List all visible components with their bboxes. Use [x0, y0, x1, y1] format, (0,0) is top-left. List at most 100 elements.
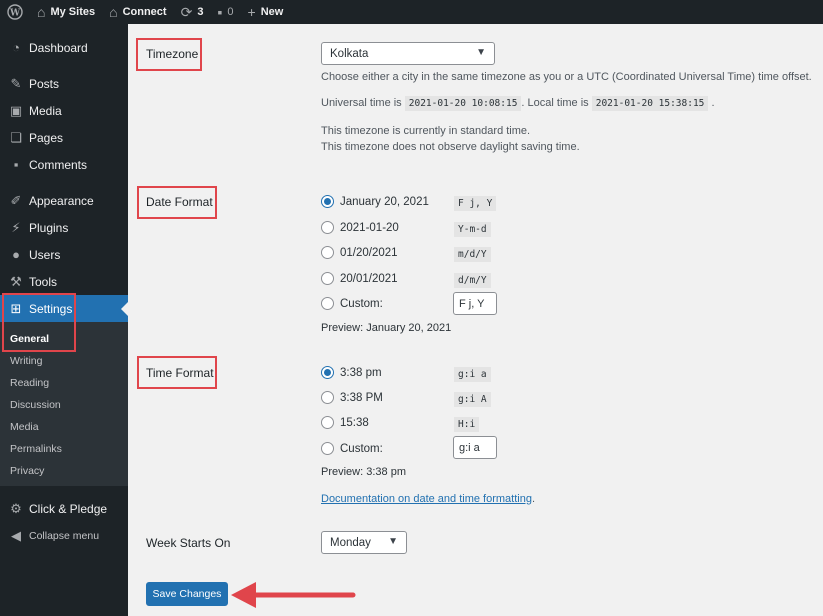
- radio-button[interactable]: [321, 442, 334, 455]
- sidebar-item-media[interactable]: ▣ Media: [0, 97, 128, 124]
- new-content-link[interactable]: + New: [241, 0, 291, 24]
- time-format-code: H:i: [454, 417, 480, 432]
- radio-button[interactable]: [321, 416, 334, 429]
- date-format-code: F j, Y: [454, 196, 497, 211]
- radio-button[interactable]: [321, 272, 334, 285]
- pin-icon: ✎: [10, 75, 22, 91]
- submenu-item-discussion[interactable]: Discussion: [0, 394, 128, 416]
- highlight-box-settings: [2, 293, 76, 352]
- sidebar-item-plugins[interactable]: ⚡ Plugins: [0, 214, 128, 241]
- time-option-2[interactable]: 3:38 PM: [321, 391, 383, 404]
- universal-time-value: 2021-01-20 10:08:15: [404, 96, 522, 111]
- universal-time-label: Universal time is: [321, 97, 402, 109]
- time-option-label: 3:38 PM: [340, 391, 383, 404]
- updates-count: 3: [197, 6, 204, 18]
- site-name-label: Connect: [122, 6, 167, 18]
- chevron-down-icon: ▼: [388, 536, 398, 547]
- sites-icon: ⌂: [37, 4, 46, 20]
- time-format-code: g:i a: [454, 367, 491, 382]
- radio-button[interactable]: [321, 297, 334, 310]
- time-option-label: 3:38 pm: [340, 366, 382, 379]
- sidebar-item-pages[interactable]: ❏ Pages: [0, 124, 128, 151]
- sidebar-item-users[interactable]: ● Users: [0, 241, 128, 268]
- sidebar-item-label: Click & Pledge: [29, 501, 108, 516]
- time-option-custom[interactable]: Custom:: [321, 442, 383, 455]
- highlight-box-time-format: [137, 356, 217, 389]
- collapse-icon: ◀: [11, 527, 21, 543]
- dashboard-icon: ◔: [12, 40, 20, 55]
- sidebar-item-click-pledge[interactable]: ⚙ Click & Pledge: [0, 495, 128, 522]
- home-icon: ⌂: [109, 4, 118, 20]
- my-sites-label: My Sites: [50, 6, 96, 18]
- date-option-label: 2021-01-20: [340, 221, 399, 234]
- time-preview: Preview: 3:38 pm: [321, 466, 406, 478]
- local-time-value: 2021-01-20 15:38:15: [591, 96, 709, 111]
- time-info-line: Universal time is 2021-01-20 10:08:15. L…: [321, 96, 715, 111]
- comment-bubble-icon: ▪: [217, 4, 223, 20]
- time-option-3[interactable]: 15:38: [321, 416, 369, 429]
- doc-link[interactable]: Documentation on date and time formattin…: [321, 493, 532, 505]
- date-option-3[interactable]: 01/20/2021: [321, 246, 398, 259]
- submenu-item-reading[interactable]: Reading: [0, 372, 128, 394]
- date-option-2[interactable]: 2021-01-20: [321, 221, 399, 234]
- radio-button[interactable]: [321, 195, 334, 208]
- radio-button[interactable]: [321, 221, 334, 234]
- wordpress-logo-icon[interactable]: W: [0, 0, 30, 24]
- submenu-item-privacy[interactable]: Privacy: [0, 460, 128, 482]
- site-name-link[interactable]: ⌂ Connect: [102, 0, 173, 24]
- sidebar-item-label: Appearance: [29, 193, 94, 208]
- custom-label: Custom:: [340, 297, 383, 310]
- save-changes-button[interactable]: Save Changes: [146, 582, 228, 606]
- date-option-4[interactable]: 20/01/2021: [321, 272, 398, 285]
- date-format-code: Y-m-d: [454, 222, 491, 237]
- timezone-selected: Kolkata: [330, 47, 369, 60]
- date-option-custom[interactable]: Custom:: [321, 297, 383, 310]
- new-label: New: [260, 6, 284, 18]
- media-icon: ▣: [9, 102, 23, 118]
- dst-note: This timezone does not observe daylight …: [321, 141, 580, 153]
- sidebar-item-appearance[interactable]: ✐ Appearance: [0, 187, 128, 214]
- brush-icon: ✐: [10, 192, 22, 208]
- radio-button[interactable]: [321, 391, 334, 404]
- sidebar-item-label: Media: [29, 103, 62, 118]
- highlight-box-timezone: [136, 38, 202, 71]
- collapse-menu-label: Collapse menu: [29, 529, 100, 542]
- submenu-item-writing[interactable]: Writing: [0, 350, 128, 372]
- my-sites-link[interactable]: ⌂ My Sites: [30, 0, 102, 24]
- svg-text:W: W: [9, 9, 21, 19]
- comment-icon: ▪: [13, 157, 19, 172]
- date-option-label: 01/20/2021: [340, 246, 398, 259]
- sidebar-item-label: Dashboard: [29, 40, 88, 55]
- radio-button[interactable]: [321, 366, 334, 379]
- timezone-select[interactable]: Kolkata ▼: [321, 42, 495, 65]
- chevron-down-icon: ▼: [476, 47, 486, 58]
- date-format-code: d/m/Y: [454, 273, 491, 288]
- time-custom-input[interactable]: g:i a: [453, 436, 497, 459]
- time-info-end: .: [711, 97, 715, 109]
- updates-icon: ⟳: [180, 3, 193, 20]
- updates-link[interactable]: ⟳ 3: [174, 0, 211, 24]
- week-starts-select[interactable]: Monday ▼: [321, 531, 407, 554]
- sidebar-item-comments[interactable]: ▪ Comments: [0, 151, 128, 178]
- time-option-label: 15:38: [340, 416, 369, 429]
- collapse-menu-button[interactable]: ◀ Collapse menu: [0, 522, 128, 549]
- date-custom-input[interactable]: F j, Y: [453, 292, 497, 315]
- admin-bar: W ⌂ My Sites ⌂ Connect ⟳ 3 ▪ 0 + New: [0, 0, 823, 24]
- submenu-item-permalinks[interactable]: Permalinks: [0, 438, 128, 460]
- custom-label: Custom:: [340, 442, 383, 455]
- sidebar-item-dashboard[interactable]: ◔ Dashboard: [0, 34, 128, 61]
- doc-dot: .: [531, 493, 536, 505]
- date-option-1[interactable]: January 20, 2021: [321, 195, 429, 208]
- time-option-1[interactable]: 3:38 pm: [321, 366, 382, 379]
- radio-button[interactable]: [321, 246, 334, 259]
- sidebar-item-posts[interactable]: ✎ Posts: [0, 70, 128, 97]
- submenu-item-media[interactable]: Media: [0, 416, 128, 438]
- week-starts-label: Week Starts On: [146, 536, 231, 550]
- sidebar-item-tools[interactable]: ⚒ Tools: [0, 268, 128, 295]
- comments-link[interactable]: ▪ 0: [210, 0, 240, 24]
- user-icon: ●: [12, 247, 20, 262]
- sidebar-item-label: Posts: [29, 76, 60, 91]
- date-option-label: January 20, 2021: [340, 195, 429, 208]
- main-content: Timezone Kolkata ▼ Choose either a city …: [128, 24, 823, 616]
- time-format-code: g:i A: [454, 392, 491, 407]
